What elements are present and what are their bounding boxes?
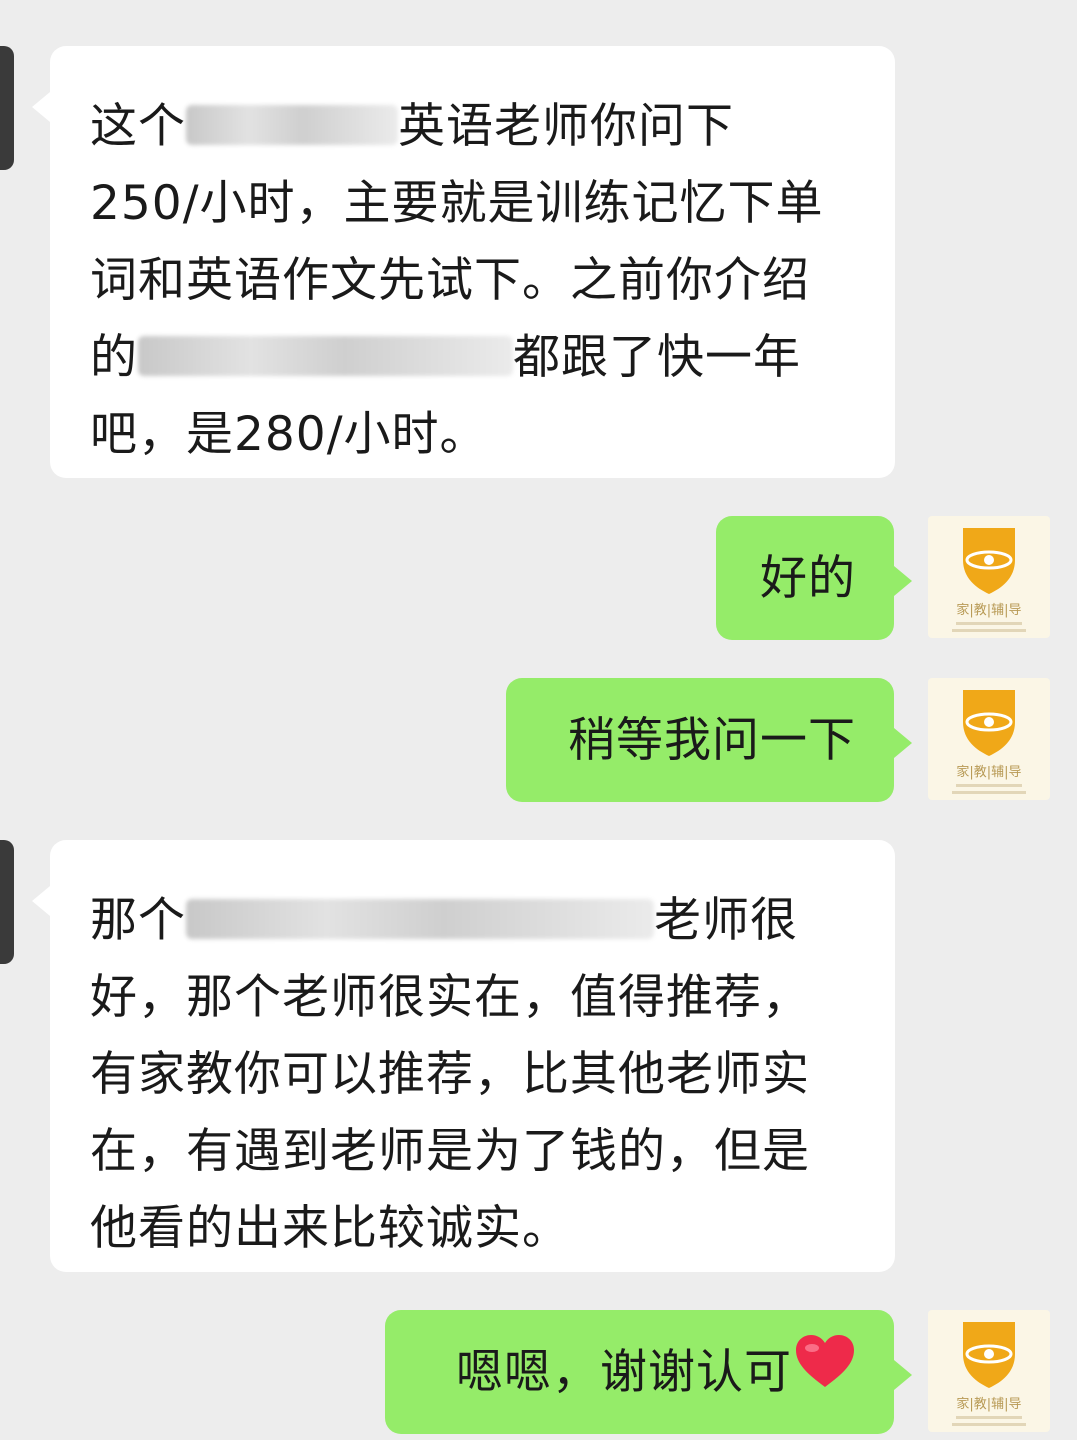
- message-bubble-outgoing[interactable]: 好的: [716, 516, 912, 640]
- message-line: 在，有遇到老师是为了钱的，但是: [90, 1124, 810, 1179]
- bee-shield-icon: 家|教|辅|导: [952, 528, 1026, 632]
- message-line: 吧，是280/小时。: [90, 407, 488, 462]
- avatar-badge-text: 家|教|辅|导: [956, 1396, 1021, 1412]
- avatar-badge-text: 家|教|辅|导: [956, 602, 1021, 618]
- message-text: 稍等我问一下: [568, 712, 856, 768]
- message-line: 有家教你可以推荐，比其他老师实: [90, 1047, 810, 1102]
- user-avatar[interactable]: 家|教|辅|导: [928, 1310, 1050, 1432]
- redacted-name: [186, 104, 398, 145]
- message-line: 那个 老师很: [90, 893, 798, 948]
- message-bubble-incoming[interactable]: 那个 老师很 好，那个老师很实在，值得推荐， 有家教你可以推荐，比其他老师实 在，…: [32, 840, 895, 1272]
- redacted-name: [138, 335, 513, 376]
- heart-icon: [794, 1333, 856, 1412]
- message-text: 嗯嗯，谢谢认可: [456, 1344, 792, 1400]
- message-bubble-outgoing[interactable]: 稍等我问一下: [506, 678, 912, 802]
- message-line: 词和英语作文先试下。之前你介绍: [90, 253, 810, 308]
- message-line: 250/小时，主要就是训练记忆下单: [90, 176, 824, 231]
- bee-shield-icon: 家|教|辅|导: [952, 690, 1026, 794]
- message-bubble-outgoing[interactable]: 嗯嗯，谢谢认可: [385, 1310, 912, 1434]
- message-line: 的都跟了快一年: [90, 330, 801, 385]
- message-line: 好，那个老师很实在，值得推荐，: [90, 970, 810, 1025]
- contact-avatar[interactable]: [0, 840, 14, 964]
- message-line: 这个 英语老师你问下: [90, 99, 734, 154]
- redacted-name: [186, 898, 654, 939]
- contact-avatar[interactable]: [0, 46, 14, 170]
- message-bubble-incoming[interactable]: 这个 英语老师你问下 250/小时，主要就是训练记忆下单 词和英语作文先试下。之前…: [32, 46, 895, 478]
- user-avatar[interactable]: 家|教|辅|导: [928, 678, 1050, 800]
- avatar-badge-text: 家|教|辅|导: [956, 764, 1021, 780]
- user-avatar[interactable]: 家|教|辅|导: [928, 516, 1050, 638]
- message-text: 好的: [760, 550, 856, 606]
- message-line: 他看的出来比较诚实。: [90, 1201, 570, 1256]
- bee-shield-icon: 家|教|辅|导: [952, 1322, 1026, 1426]
